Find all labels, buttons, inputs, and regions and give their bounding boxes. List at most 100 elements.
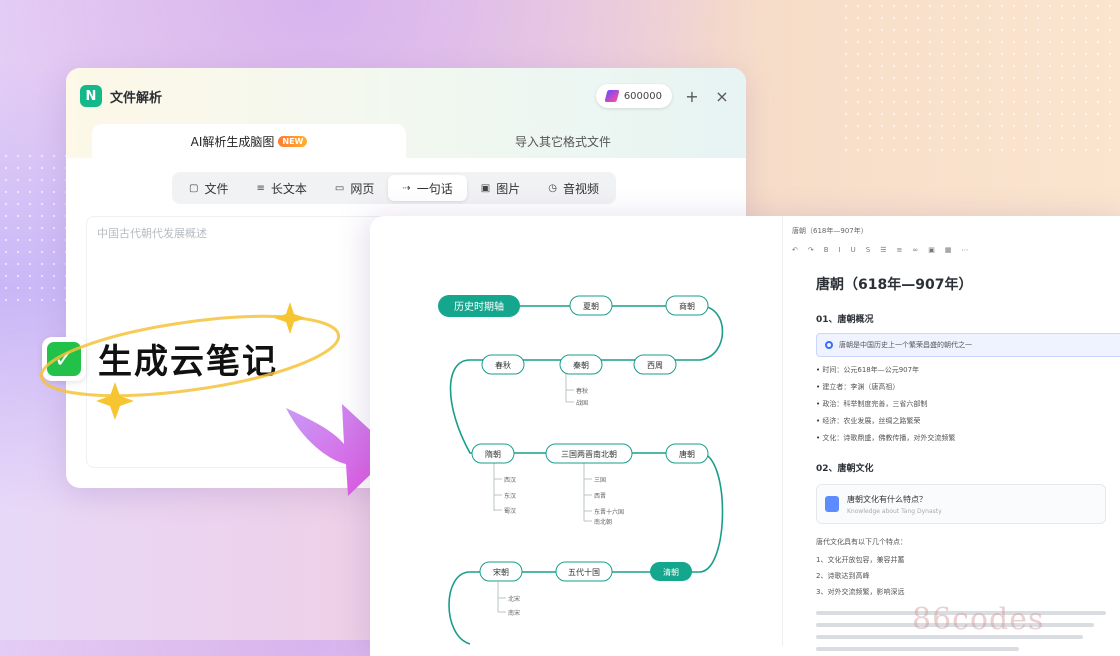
cloud-note: 唐朝（618年—907年） ↶ ↷ B I U S ☰ ≡ ∞ ▣ ▦ ⋯ 唐朝… [786, 226, 1120, 656]
leaf: 东晋十六国 [594, 508, 624, 516]
bold-icon[interactable]: B [824, 246, 829, 254]
leaf: 战国 [576, 399, 588, 407]
tab-file[interactable]: ▢ 文件 [175, 175, 242, 201]
tab-label: 音视频 [562, 181, 599, 196]
doc-icon [825, 496, 839, 512]
tab-label: 一句话 [416, 181, 453, 196]
table-icon[interactable]: ▦ [945, 246, 952, 254]
section-heading: 01、唐朝概况 [816, 315, 874, 325]
reference-card[interactable]: 唐朝文化有什么特点？ Knowledge about Tang Dynasty [816, 484, 1106, 524]
node: 五代十国 [568, 567, 600, 577]
tab-label: 导入其它格式文件 [514, 134, 611, 149]
editor-toolbar: ↶ ↷ B I U S ☰ ≡ ∞ ▣ ▦ ⋯ [792, 246, 1120, 254]
callout: 唐朝是中国历史上一个繁荣昌盛的朝代之一 [816, 333, 1120, 357]
section-heading: 02、唐朝文化 [816, 464, 874, 474]
node: 夏朝 [583, 302, 599, 311]
redo-icon[interactable]: ↷ [808, 246, 814, 254]
info-icon [825, 341, 833, 349]
note-title: 唐朝（618年—907年） [816, 277, 973, 293]
leaf: 三国 [594, 477, 606, 484]
node: 三国两晋南北朝 [561, 449, 617, 459]
node: 秦朝 [573, 360, 589, 370]
align-icon[interactable]: ≡ [897, 246, 903, 254]
divider [782, 216, 783, 646]
tab-label: 文件 [204, 181, 229, 196]
list-icon[interactable]: ☰ [880, 246, 886, 254]
media-icon: ◷ [548, 182, 557, 194]
list-item: 时间：公元618年—公元907年 [816, 365, 1120, 375]
list-item: 政治：科举制度完善，三省六部制 [816, 399, 1120, 409]
list-item: 经济：农业发展，丝绸之路繁荣 [816, 416, 1120, 426]
result-card: 历史时期轴 夏朝 商朝 春秋 秦朝 西周 隋朝 三国两晋南北朝 唐朝 宋朝 五代… [370, 216, 1120, 656]
tab-label: AI解析生成脑图 [190, 134, 275, 149]
reference-subtitle: Knowledge about Tang Dynasty [847, 507, 942, 515]
callout-text: 唐朝是中国历史上一个繁荣昌盛的朝代之一 [839, 341, 972, 349]
tab-import-file[interactable]: 导入其它格式文件 [406, 124, 720, 158]
undo-icon[interactable]: ↶ [792, 246, 798, 254]
tab-label: 网页 [350, 181, 375, 196]
node: 春秋 [495, 360, 511, 370]
mindmap-root: 历史时期轴 [454, 300, 504, 313]
leaf: 蜀汉 [504, 507, 516, 515]
node: 商朝 [679, 301, 695, 311]
dot-pattern [840, 0, 1120, 160]
paragraph: 唐代文化具有以下几个特点： [816, 538, 907, 546]
list-item: 建立者：李渊（唐高祖） [816, 382, 1120, 392]
mindmap: 历史时期轴 夏朝 商朝 春秋 秦朝 西周 隋朝 三国两晋南北朝 唐朝 宋朝 五代… [438, 295, 724, 645]
breadcrumb: 唐朝（618年—907年） [792, 227, 868, 235]
ordered-list: 1、文化开放包容，兼容并蓄 2、诗歌达到高峰 3、对外交流频繁，影响深远 [786, 555, 1120, 597]
source-type-tabs: ▢ 文件 ≡ 长文本 ▭ 网页 ⇢ 一句话 ▣ 图片 ◷ 音视频 [172, 172, 616, 204]
tab-one-sentence[interactable]: ⇢ 一句话 [388, 175, 467, 201]
sparkle-icon [96, 382, 134, 420]
underline-icon[interactable]: U [851, 246, 856, 254]
image-icon[interactable]: ▣ [928, 246, 935, 254]
node: 西周 [647, 361, 663, 370]
tab-label: 长文本 [270, 181, 307, 196]
leaf: 南北朝 [594, 518, 612, 526]
node: 宋朝 [493, 567, 509, 577]
sentence-icon: ⇢ [402, 182, 411, 194]
web-icon: ▭ [334, 182, 345, 194]
new-badge: NEW [278, 135, 308, 147]
tab-ai-mindmap[interactable]: AI解析生成脑图 NEW [92, 124, 406, 158]
account-id: 600000 [623, 90, 662, 102]
tab-audio-video[interactable]: ◷ 音视频 [534, 175, 613, 201]
strike-icon[interactable]: S [866, 246, 870, 254]
window-header: N 文件解析 600000 + × [66, 68, 746, 124]
mode-tabs: AI解析生成脑图 NEW 导入其它格式文件 [66, 124, 746, 158]
node: 唐朝 [679, 449, 695, 459]
close-button[interactable]: × [712, 87, 732, 106]
list-item: 2、诗歌达到高峰 [816, 572, 870, 580]
node: 清朝 [663, 567, 679, 577]
image-icon: ▣ [480, 182, 491, 194]
list-item: 3、对外交流频繁，影响深远 [816, 588, 905, 596]
account-pill[interactable]: 600000 [595, 84, 672, 108]
window-title: 文件解析 [110, 90, 163, 106]
leaf: 西晋 [594, 493, 606, 500]
file-icon: ▢ [189, 182, 199, 194]
leaf: 东汉 [504, 492, 516, 500]
sparkle-icon [274, 302, 306, 334]
watermark: 86codes [912, 602, 1045, 637]
leaf: 西汉 [504, 476, 516, 484]
tab-long-text[interactable]: ≡ 长文本 [242, 175, 320, 201]
italic-icon[interactable]: I [839, 246, 841, 254]
bullet-list: 时间：公元618年—公元907年 建立者：李渊（唐高祖） 政治：科举制度完善，三… [816, 365, 1120, 443]
brand-icon [604, 90, 620, 102]
link-icon[interactable]: ∞ [912, 246, 918, 254]
leaf: 南宋 [508, 609, 520, 617]
input-placeholder: 中国古代朝代发展概述 [97, 227, 207, 240]
tab-image[interactable]: ▣ 图片 [467, 175, 534, 201]
add-button[interactable]: + [682, 87, 702, 106]
app-logo-icon: N [80, 85, 102, 107]
leaf: 北宋 [508, 595, 520, 603]
tab-label: 图片 [496, 181, 521, 196]
tab-webpage[interactable]: ▭ 网页 [321, 175, 388, 201]
reference-title: 唐朝文化有什么特点？ [847, 494, 927, 504]
text-icon: ≡ [256, 182, 265, 194]
node: 隋朝 [485, 449, 501, 459]
list-item: 1、文化开放包容，兼容并蓄 [816, 556, 905, 564]
list-item: 文化：诗歌鼎盛，佛教传播，对外交流频繁 [816, 433, 1120, 443]
leaf: 春秋 [576, 387, 588, 395]
more-icon[interactable]: ⋯ [961, 246, 968, 254]
